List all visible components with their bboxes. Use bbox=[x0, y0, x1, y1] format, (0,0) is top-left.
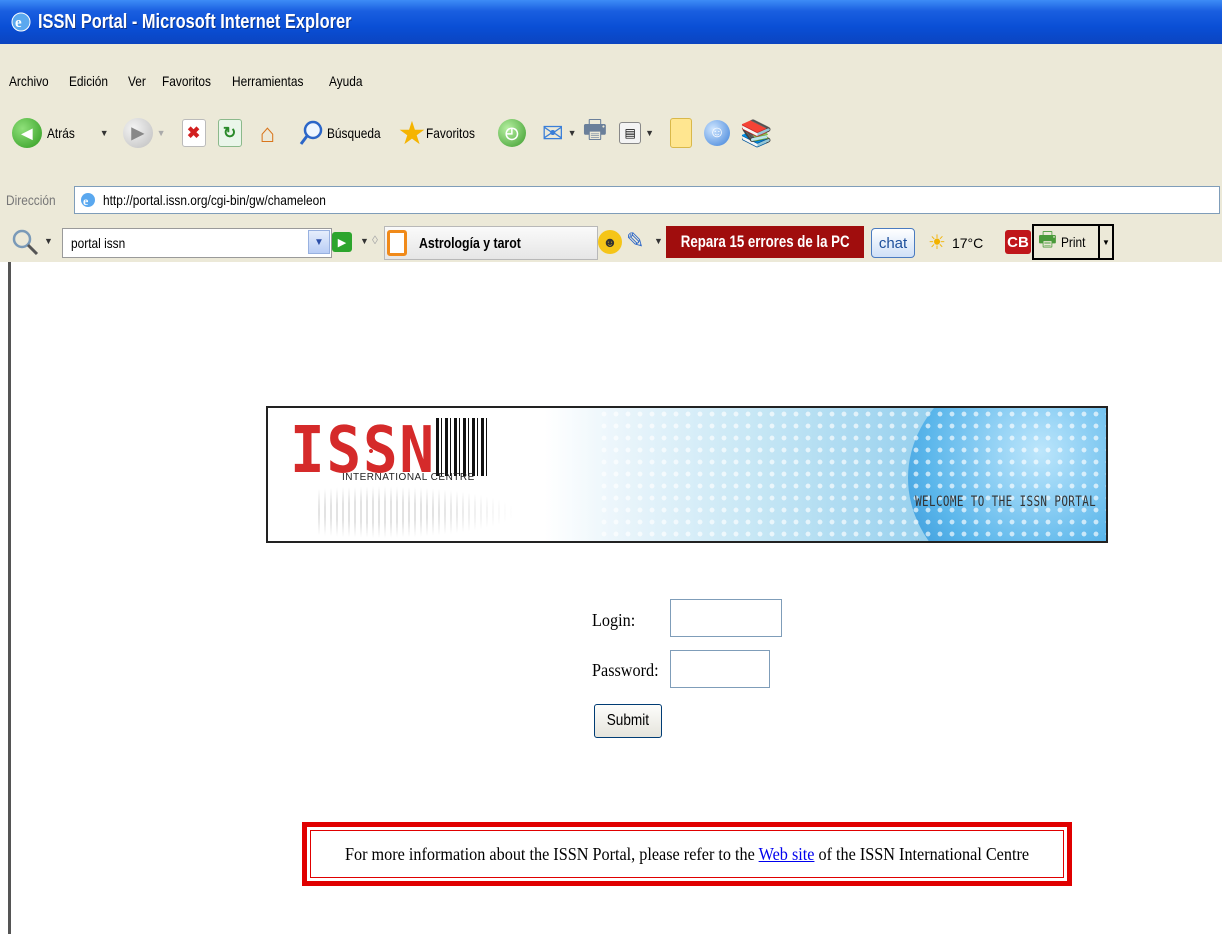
menu-favoritos[interactable]: Favoritos bbox=[162, 73, 211, 89]
page-left-border bbox=[8, 262, 11, 934]
print-button[interactable]: 🖶 Print ▼ bbox=[1032, 224, 1114, 260]
print-label: Print bbox=[1060, 234, 1086, 250]
astrology-button[interactable]: Astrología y tarot bbox=[384, 226, 598, 260]
smiley-icon[interactable]: ☻ bbox=[598, 230, 622, 254]
cb-label: CB bbox=[1007, 233, 1029, 251]
submit-label: Submit bbox=[606, 712, 650, 729]
login-label: Login: bbox=[592, 610, 636, 630]
password-row: Password: bbox=[592, 660, 666, 681]
print-icon[interactable]: 🖶 bbox=[583, 111, 608, 155]
astrology-label: Astrología y tarot bbox=[419, 234, 521, 252]
star-icon: ★ bbox=[397, 115, 427, 151]
chat-label: chat bbox=[878, 234, 908, 252]
back-label: Atrás bbox=[47, 125, 75, 141]
print-dropdown-icon[interactable]: ▼ bbox=[1098, 226, 1112, 258]
back-button[interactable]: ◀ Atrás ▼ bbox=[12, 118, 113, 148]
printer-icon: 🖶 bbox=[1038, 229, 1057, 251]
menu-ver[interactable]: Ver bbox=[128, 73, 146, 89]
edit-icon[interactable]: ▤ bbox=[619, 122, 642, 144]
home-icon[interactable]: ⌂ bbox=[254, 118, 282, 148]
issn-banner: ISSN INTERNATIONAL CENTRE WELCOME TO THE… bbox=[266, 406, 1108, 543]
window-title: ISSN Portal - Microsoft Internet Explore… bbox=[38, 10, 352, 33]
menu-edicion[interactable]: Edición bbox=[69, 73, 108, 89]
barcode-graphic bbox=[436, 418, 488, 476]
info-sentence: For more information about the ISSN Port… bbox=[345, 844, 1029, 865]
separator-icon: ◊ bbox=[372, 233, 378, 247]
forward-button[interactable]: ▶ bbox=[122, 118, 153, 148]
standard-toolbar: ◀ Atrás ▼ ▶ ▼ ✖ ↻ ⌂ Búsqueda ★ Favoritos… bbox=[0, 107, 1222, 159]
info-box: For more information about the ISSN Port… bbox=[302, 822, 1072, 886]
weather-icon: ☀ bbox=[928, 232, 946, 254]
dot-pattern bbox=[598, 408, 1106, 541]
go-icon[interactable]: ▶ bbox=[332, 232, 352, 252]
address-input[interactable]: e http://portal.issn.org/cgi-bin/gw/cham… bbox=[74, 186, 1220, 214]
weather-widget[interactable]: ☀ 17°C bbox=[928, 230, 983, 255]
favorites-button[interactable]: ★ Favoritos bbox=[398, 117, 484, 149]
toolbar-search-input[interactable]: portal issn ▼ bbox=[62, 228, 332, 258]
go-dropdown-icon[interactable]: ▼ bbox=[360, 236, 369, 246]
search-icon bbox=[299, 120, 322, 145]
internet-explorer-icon: e bbox=[11, 12, 31, 32]
stop-icon[interactable]: ✖ bbox=[181, 119, 206, 147]
menu-ayuda[interactable]: Ayuda bbox=[329, 73, 363, 89]
info-text: For more information about the ISSN Port… bbox=[310, 830, 1064, 878]
window-titlebar: e ISSN Portal - Microsoft Internet Explo… bbox=[0, 0, 1222, 44]
messenger-icon[interactable]: ☺ bbox=[704, 120, 731, 146]
mail-dropdown-icon[interactable]: ▼ bbox=[568, 128, 577, 138]
search-button[interactable]: Búsqueda bbox=[298, 119, 390, 147]
website-link[interactable]: Web site bbox=[759, 844, 815, 864]
info-text-after: of the ISSN International Centre bbox=[814, 843, 1030, 864]
research-icon[interactable]: 📚 bbox=[740, 118, 772, 149]
submit-button[interactable]: Submit bbox=[594, 704, 662, 738]
logo-subtitle: INTERNATIONAL CENTRE bbox=[342, 472, 475, 483]
menu-bar: Archivo Edición Ver Favoritos Herramient… bbox=[0, 66, 1222, 96]
search-label: Búsqueda bbox=[326, 125, 381, 141]
menu-herramientas[interactable]: Herramientas bbox=[232, 73, 303, 89]
address-bar: Dirección e http://portal.issn.org/cgi-b… bbox=[0, 184, 1222, 216]
password-label: Password: bbox=[592, 660, 659, 680]
temperature: 17°C bbox=[951, 234, 984, 251]
login-input[interactable] bbox=[670, 599, 782, 637]
tool-dropdown-icon[interactable]: ▼ bbox=[654, 236, 663, 246]
address-label: Dirección bbox=[6, 192, 56, 208]
repair-pc-button[interactable]: Repara 15 errores de la PC bbox=[666, 226, 864, 258]
password-input[interactable] bbox=[670, 650, 770, 688]
chevron-down-icon[interactable]: ▼ bbox=[308, 230, 330, 254]
back-arrow-icon: ◀ bbox=[12, 118, 42, 148]
edit-dropdown-icon[interactable]: ▼ bbox=[645, 128, 654, 138]
world-map-graphic bbox=[318, 486, 518, 538]
magnifier-icon[interactable] bbox=[10, 227, 40, 257]
search-toolbar: ▼ portal issn ▼ ▶ ▼ ◊ Astrología y tarot… bbox=[0, 222, 1222, 262]
page-icon: e bbox=[81, 193, 95, 208]
astrology-icon bbox=[387, 230, 407, 256]
toolbar-search-value: portal issn bbox=[71, 235, 126, 251]
menu-archivo[interactable]: Archivo bbox=[9, 73, 49, 89]
address-url: http://portal.issn.org/cgi-bin/gw/chamel… bbox=[103, 192, 326, 208]
history-icon[interactable]: ◴ bbox=[497, 119, 526, 147]
mail-icon[interactable]: ✉ bbox=[542, 118, 564, 149]
engine-dropdown-icon[interactable]: ▼ bbox=[44, 236, 53, 246]
chat-button[interactable]: chat bbox=[871, 228, 915, 258]
favorites-label: Favoritos bbox=[426, 125, 476, 141]
back-dropdown-icon[interactable]: ▼ bbox=[100, 128, 109, 138]
repair-pc-label: Repara 15 errores de la PC bbox=[680, 232, 850, 251]
info-text-before: For more information about the ISSN Port… bbox=[344, 843, 759, 864]
note-icon[interactable] bbox=[670, 118, 693, 148]
cb-button[interactable]: CB bbox=[1005, 230, 1031, 254]
refresh-icon[interactable]: ↻ bbox=[217, 119, 242, 147]
welcome-text: WELCOME TO THE ISSN PORTAL bbox=[914, 494, 1096, 510]
login-row: Login: bbox=[592, 610, 640, 631]
tool-icon[interactable]: ✎ bbox=[626, 228, 644, 254]
svg-text:e: e bbox=[83, 194, 89, 208]
svg-text:e: e bbox=[15, 15, 22, 31]
forward-dropdown-icon[interactable]: ▼ bbox=[157, 128, 166, 138]
